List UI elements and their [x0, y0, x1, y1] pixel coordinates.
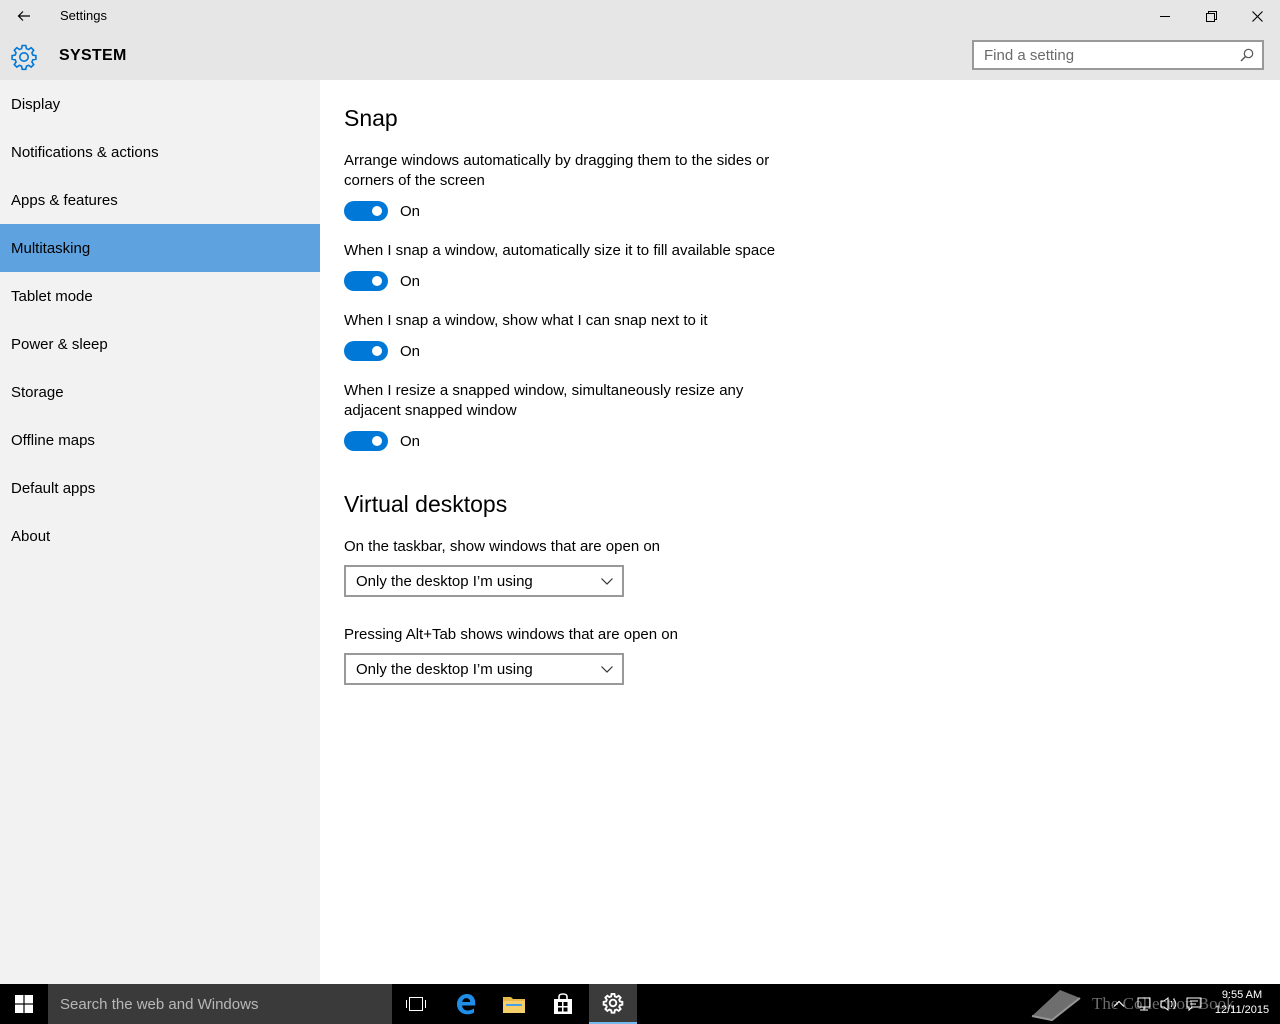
sidebar-item-label: Default apps [11, 479, 96, 497]
settings-taskbar-button[interactable] [589, 984, 637, 1024]
sidebar-item-label: Power & sleep [11, 335, 108, 353]
virtual-desktops-heading: Virtual desktops [344, 491, 508, 517]
alttab-windows-label: Pressing Alt+Tab shows windows that are … [344, 626, 678, 643]
taskbar-search-box[interactable] [48, 984, 392, 1024]
minimize-button[interactable] [1142, 0, 1188, 32]
chevron-down-icon [601, 666, 613, 673]
sidebar-item-storage[interactable]: Storage [0, 368, 320, 416]
sidebar-item-label: Storage [11, 383, 64, 401]
chevron-down-icon [601, 578, 613, 585]
task-view-button[interactable] [392, 984, 440, 1024]
back-arrow-icon [17, 11, 30, 21]
sidebar-item-label: Notifications & actions [11, 143, 159, 161]
sidebar-item-label: Display [11, 95, 61, 113]
start-button[interactable] [0, 984, 48, 1024]
sidebar-nav: Display Notifications & actions Apps & f… [0, 80, 320, 984]
network-icon[interactable] [1136, 996, 1152, 1012]
snap-toggle-arrange[interactable]: On [344, 201, 420, 221]
sidebar-item-label: About [11, 527, 51, 545]
book-watermark-icon [1031, 990, 1081, 1022]
window-title: Settings [60, 8, 107, 23]
toggle-knob [372, 206, 382, 216]
toggle-state-label: On [400, 342, 421, 360]
clock-time: 9:55 AM [1221, 989, 1263, 1001]
section-title: SYSTEM [59, 47, 127, 64]
sidebar-item-label: Multitasking [11, 239, 91, 257]
edge-taskbar-button[interactable] [442, 984, 490, 1024]
alttab-windows-dropdown[interactable]: Only the desktop I’m using [344, 653, 624, 685]
gear-icon [11, 44, 37, 71]
toggle-state-label: On [400, 432, 421, 450]
action-center-icon[interactable] [1186, 996, 1202, 1012]
windows-logo-icon [15, 995, 33, 1013]
sidebar-item-apps-features[interactable]: Apps & features [0, 176, 320, 224]
sidebar-item-tablet-mode[interactable]: Tablet mode [0, 272, 320, 320]
main-content: Snap Arrange windows automatically by dr… [320, 80, 1280, 984]
taskbar-clock[interactable]: 9:55 AM 12/11/2015 [1208, 988, 1276, 1018]
edge-browser-icon [457, 994, 476, 1015]
snap-toggle-show-next[interactable]: On [344, 341, 420, 361]
toggle-knob [372, 346, 382, 356]
snap-setting-4-desc: When I resize a snapped window, simultan… [344, 382, 744, 419]
toggle-switch[interactable] [344, 431, 388, 451]
taskbar: The Collection Book 9:55 AM 12/11/2015 [0, 984, 1280, 1024]
toggle-switch[interactable] [344, 271, 388, 291]
settings-gear-icon [602, 993, 624, 1014]
snap-heading: Snap [344, 105, 398, 131]
store-icon [554, 993, 572, 1014]
find-setting-box[interactable] [972, 40, 1264, 70]
find-setting-input[interactable] [974, 42, 1244, 68]
sidebar-item-about[interactable]: About [0, 512, 320, 560]
file-explorer-icon [503, 997, 525, 1013]
sidebar-item-label: Offline maps [11, 431, 95, 449]
search-icon[interactable] [1240, 48, 1254, 62]
sidebar-item-label: Tablet mode [11, 287, 93, 305]
sidebar-item-display[interactable]: Display [0, 80, 320, 128]
settings-header: SYSTEM [0, 32, 1280, 80]
toggle-state-label: On [400, 202, 421, 220]
clock-date: 12/11/2015 [1214, 1004, 1270, 1016]
title-bar: Settings [0, 0, 1280, 32]
toggle-switch[interactable] [344, 341, 388, 361]
volume-icon[interactable] [1160, 996, 1178, 1012]
sidebar-item-label: Apps & features [11, 191, 118, 209]
sidebar-item-offline-maps[interactable]: Offline maps [0, 416, 320, 464]
snap-setting-1-desc: Arrange windows automatically by draggin… [344, 152, 770, 189]
chevron-up-icon[interactable] [1112, 997, 1126, 1011]
sidebar-item-multitasking[interactable]: Multitasking [0, 224, 320, 272]
back-button[interactable] [8, 2, 40, 30]
snap-setting-3-desc: When I snap a window, show what I can sn… [344, 312, 708, 329]
taskbar-windows-dropdown[interactable]: Only the desktop I’m using [344, 565, 624, 597]
restore-icon [1205, 10, 1217, 22]
system-tray [1112, 984, 1202, 1024]
close-button[interactable] [1234, 0, 1280, 32]
task-view-icon [406, 997, 426, 1011]
file-explorer-taskbar-button[interactable] [490, 984, 538, 1024]
minimize-icon [1160, 16, 1170, 17]
toggle-knob [372, 276, 382, 286]
taskbar-windows-label: On the taskbar, show windows that are op… [344, 538, 661, 555]
toggle-switch[interactable] [344, 201, 388, 221]
close-icon [1251, 10, 1263, 22]
snap-toggle-resize-adjacent[interactable]: On [344, 431, 420, 451]
taskbar-search-input[interactable] [48, 994, 382, 1014]
snap-toggle-autosize[interactable]: On [344, 271, 420, 291]
dropdown-value: Only the desktop I’m using [356, 572, 533, 590]
store-taskbar-button[interactable] [539, 984, 587, 1024]
sidebar-item-power-sleep[interactable]: Power & sleep [0, 320, 320, 368]
toggle-knob [372, 436, 382, 446]
snap-setting-2-desc: When I snap a window, automatically size… [344, 242, 776, 259]
toggle-state-label: On [400, 272, 421, 290]
sidebar-item-notifications[interactable]: Notifications & actions [0, 128, 320, 176]
dropdown-value: Only the desktop I’m using [356, 660, 533, 678]
restore-button[interactable] [1188, 0, 1234, 32]
sidebar-item-default-apps[interactable]: Default apps [0, 464, 320, 512]
